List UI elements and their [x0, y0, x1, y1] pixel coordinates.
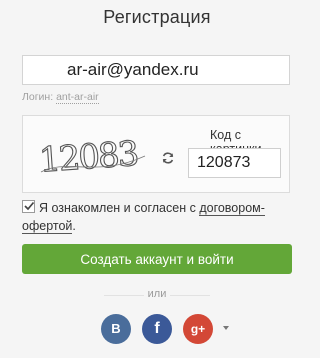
facebook-login-button[interactable]: f	[142, 314, 172, 344]
captcha-distorted-text: 12083	[38, 134, 139, 181]
agreement-suffix: .	[72, 219, 76, 233]
google-plus-icon: g+	[190, 322, 206, 336]
login-hint-label: Логин:	[22, 91, 54, 103]
create-account-button[interactable]: Создать аккаунт и войти	[22, 244, 292, 274]
agreement-checkbox[interactable]	[22, 200, 35, 213]
or-label: или	[147, 288, 167, 300]
agreement-row: Я ознакомлен и согласен с договором-офер…	[22, 199, 292, 235]
or-divider: или	[0, 288, 314, 302]
captcha-input[interactable]	[188, 148, 281, 178]
agreement-text: Я ознакомлен и согласен с	[39, 201, 196, 215]
facebook-icon: f	[154, 320, 160, 337]
vk-icon: В	[111, 321, 121, 336]
captcha-image: 12083	[37, 133, 146, 181]
page-title: Регистрация	[103, 7, 211, 27]
divider-line-right	[170, 295, 210, 296]
vk-login-button[interactable]: В	[101, 314, 131, 344]
login-hint: Логин: ant-ar-air	[22, 91, 99, 104]
checkmark-icon	[24, 201, 35, 211]
more-social-chevron-down-icon[interactable]	[223, 326, 229, 330]
email-input[interactable]	[22, 55, 290, 85]
refresh-icon[interactable]	[161, 151, 175, 165]
login-hint-value[interactable]: ant-ar-air	[56, 91, 99, 104]
google-plus-login-button[interactable]: g+	[183, 314, 213, 344]
